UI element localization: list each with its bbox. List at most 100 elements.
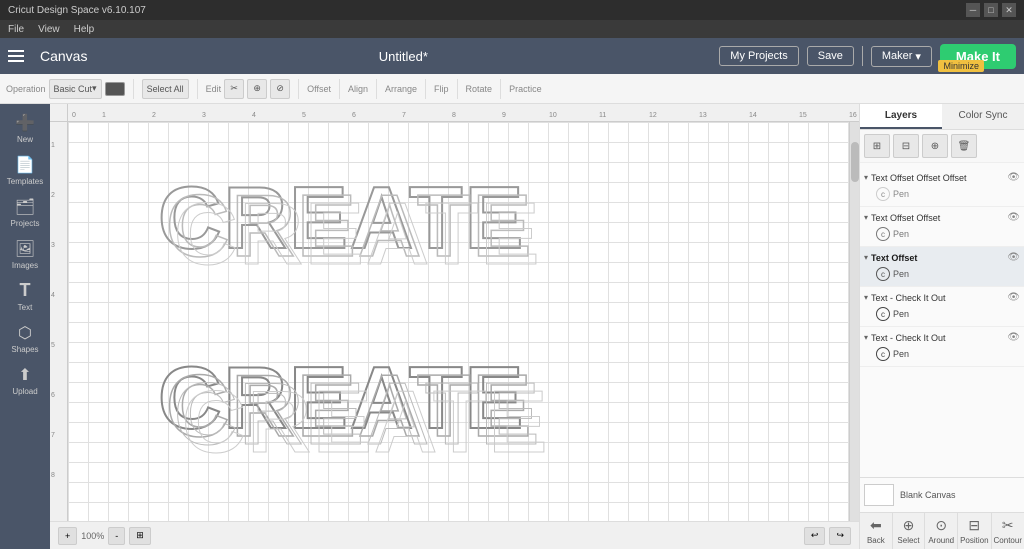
minimize-button[interactable]: ─ [966,3,980,17]
position-button[interactable]: ⊟ Position [958,513,991,549]
layer-name-2: Text Offset Offset [871,213,1004,223]
left-sidebar: ➕ New 📄 Templates 🗂 Projects 🖼 Images T … [0,104,50,549]
panel-tabs: Layers Color Sync [860,104,1024,130]
layer-item-2: ▾ Text Offset Offset 👁 c Pen [860,207,1024,247]
save-button[interactable]: Save [807,46,854,66]
projects-icon: 🗂 [15,197,35,217]
window-controls[interactable]: ─ □ ✕ [966,3,1016,17]
sep5 [376,79,377,99]
edit-btn[interactable]: ✂ [224,79,244,99]
minimize-badge[interactable]: Minimize [938,60,984,72]
menu-view[interactable]: View [38,24,60,35]
panel-ungroup-btn[interactable]: ⊟ [893,134,919,158]
toolbar-divider [862,46,863,66]
layer-visibility-2[interactable]: 👁 [1007,212,1020,223]
menu-bar: File View Help [0,20,1024,38]
operation-label: Operation [6,84,46,94]
canvas-area[interactable]: 0 1 2 3 4 5 6 7 8 9 10 11 12 13 14 15 16… [50,104,859,549]
sep7 [457,79,458,99]
ruler-left: 1 2 3 4 5 6 7 8 [50,122,68,521]
layer-visibility-1[interactable]: 👁 [1007,172,1020,183]
canvas[interactable]: CREATE CREATE CREATE CREATE CREATE [68,122,849,521]
around-button[interactable]: ⊙ Around [925,513,958,549]
maker-label: Maker [882,50,913,62]
layer-sub-5: c Pen [864,345,1020,363]
canvas-label: Canvas [40,48,87,64]
align-label: Align [348,84,368,94]
layer-pen-icon-1: c [876,187,890,201]
close-button[interactable]: ✕ [1002,3,1016,17]
select-all-button[interactable]: Select All [142,79,189,99]
layer-pen-icon-4: c [876,307,890,321]
tab-color-sync[interactable]: Color Sync [942,104,1024,129]
layer-header-5[interactable]: ▾ Text - Check It Out 👁 [864,330,1020,345]
menu-file[interactable]: File [8,24,24,35]
layer-header-3[interactable]: ▾ Text Offset 👁 [864,250,1020,265]
zoom-out-button[interactable]: - [108,527,125,545]
bottom-bar: + 100% - ⊞ ↩ ↪ [50,521,859,549]
maker-button[interactable]: Maker ▾ [871,46,932,67]
fit-canvas-button[interactable]: ⊞ [129,527,151,545]
redo-button[interactable]: ↪ [829,527,851,545]
layer-sub-label-4: Pen [893,309,909,319]
pen-color-btn[interactable] [105,82,125,96]
title-bar: Cricut Design Space v6.10.107 ─ □ ✕ [0,0,1024,20]
layer-header-2[interactable]: ▾ Text Offset Offset 👁 [864,210,1020,225]
position-icon: ⊟ [968,517,980,534]
maximize-button[interactable]: □ [984,3,998,17]
layer-pen-icon-2: c [876,227,890,241]
sidebar-item-shapes[interactable]: ⬡ Shapes [2,318,48,358]
sidebar-shapes-label: Shapes [11,345,38,354]
paste-btn[interactable]: ⊘ [270,79,290,99]
sep4 [339,79,340,99]
images-icon: 🖼 [15,239,35,259]
sidebar-upload-label: Upload [12,387,37,396]
select-button[interactable]: ⊕ Select [893,513,926,549]
my-projects-button[interactable]: My Projects [719,46,798,66]
layer-name-3: Text Offset [871,253,1004,263]
layer-visibility-3[interactable]: 👁 [1007,252,1020,263]
sidebar-item-projects[interactable]: 🗂 Projects [2,192,48,232]
layer-visibility-5[interactable]: 👁 [1007,332,1020,343]
panel-duplicate-btn[interactable]: ⊕ [922,134,948,158]
vertical-scrollbar[interactable] [849,122,859,521]
undo-button[interactable]: ↩ [804,527,826,545]
layer-item-5: ▾ Text - Check It Out 👁 c Pen [860,327,1024,367]
sidebar-item-templates[interactable]: 📄 Templates [2,150,48,190]
hamburger-menu[interactable] [8,46,28,66]
panel-toolbar: ⊞ ⊟ ⊕ 🗑 [860,130,1024,163]
sidebar-item-images[interactable]: 🖼 Images [2,234,48,274]
contour-icon: ✂ [1002,517,1014,534]
document-title: Untitled* [95,49,711,64]
layer-sub-label-1: Pen [893,189,909,199]
sep2 [197,79,198,99]
back-button[interactable]: ⬅ Back [860,513,893,549]
back-label: Back [867,536,885,545]
panel-delete-btn[interactable]: 🗑 [951,134,977,158]
layer-item-1: ▾ Text Offset Offset Offset 👁 c Pen [860,167,1024,207]
sidebar-item-new[interactable]: ➕ New [2,108,48,148]
sidebar-item-upload[interactable]: ⬆ Upload [2,360,48,400]
layer-chevron-2: ▾ [864,213,868,222]
layer-pen-icon-3: c [876,267,890,281]
tab-layers[interactable]: Layers [860,104,942,129]
menu-help[interactable]: Help [74,24,95,35]
sidebar-item-text[interactable]: T Text [2,276,48,316]
zoom-in-button[interactable]: + [58,527,77,545]
shapes-icon: ⬡ [18,323,32,343]
operation-icon: ▾ [92,83,97,94]
layer-header-4[interactable]: ▾ Text - Check It Out 👁 [864,290,1020,305]
operation-group: Operation Basic Cut ▾ [6,79,125,99]
maker-chevron-icon: ▾ [915,50,921,63]
layer-sub-2: c Pen [864,225,1020,243]
operation-dropdown[interactable]: Basic Cut ▾ [49,79,102,99]
layer-header-1[interactable]: ▾ Text Offset Offset Offset 👁 [864,170,1020,185]
contour-button[interactable]: ✂ Contour [992,513,1024,549]
layer-visibility-4[interactable]: 👁 [1007,292,1020,303]
sep1 [133,79,134,99]
copy-btn[interactable]: ⊕ [247,79,267,99]
panel-group-btn[interactable]: ⊞ [864,134,890,158]
layer-sub-3: c Pen [864,265,1020,283]
contour-label: Contour [994,536,1022,545]
layer-sub-label-3: Pen [893,269,909,279]
